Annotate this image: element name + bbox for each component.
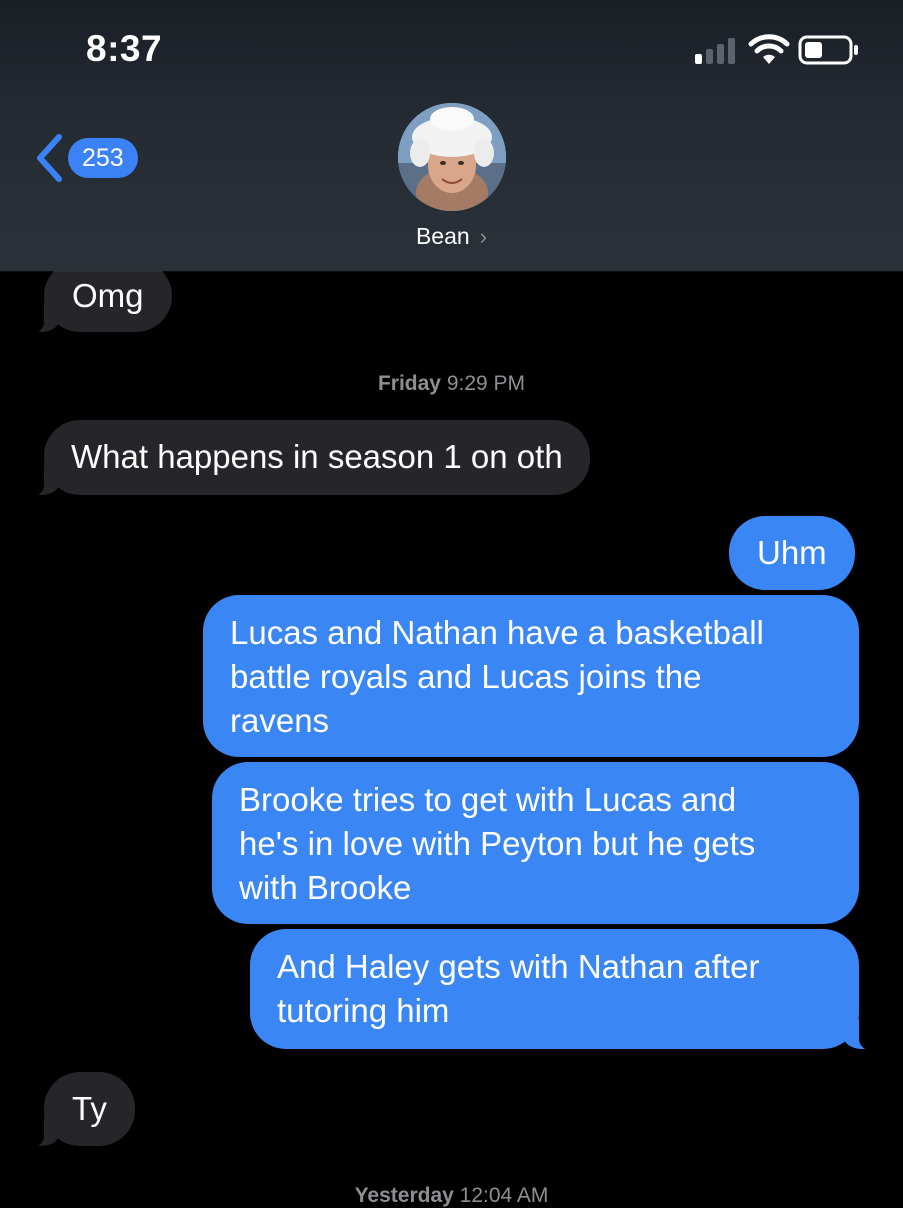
timestamp: Yesterday 12:04 AM <box>354 1184 549 1207</box>
outgoing-message[interactable]: Brooke tries to get with Lucas and he's … <box>212 762 859 924</box>
timestamp: Friday 9:29 PM <box>377 372 526 395</box>
unread-count-badge: 253 <box>68 138 138 178</box>
contact-avatar[interactable] <box>398 103 506 211</box>
outgoing-message[interactable]: Uhm <box>729 516 855 590</box>
contact-name: Bean <box>415 223 470 249</box>
chevron-right-icon: › <box>479 223 488 249</box>
outgoing-message[interactable]: And Haley gets with Nathan after tutorin… <box>250 929 881 1051</box>
wifi-icon <box>748 34 790 64</box>
battery-icon <box>798 35 858 65</box>
contact-name-button[interactable]: Bean › <box>0 223 903 250</box>
back-chevron-icon <box>37 134 62 182</box>
incoming-message[interactable]: What happens in season 1 on oth <box>22 420 590 497</box>
conversation-header: 8:37 253 Bean › <box>0 0 903 271</box>
outgoing-message[interactable]: Lucas and Nathan have a basketball battl… <box>203 595 859 757</box>
incoming-message[interactable]: Ty <box>22 1072 135 1148</box>
signal-icon <box>695 36 739 64</box>
status-time: 8:37 <box>86 28 163 69</box>
back-button[interactable]: 253 <box>34 131 138 185</box>
